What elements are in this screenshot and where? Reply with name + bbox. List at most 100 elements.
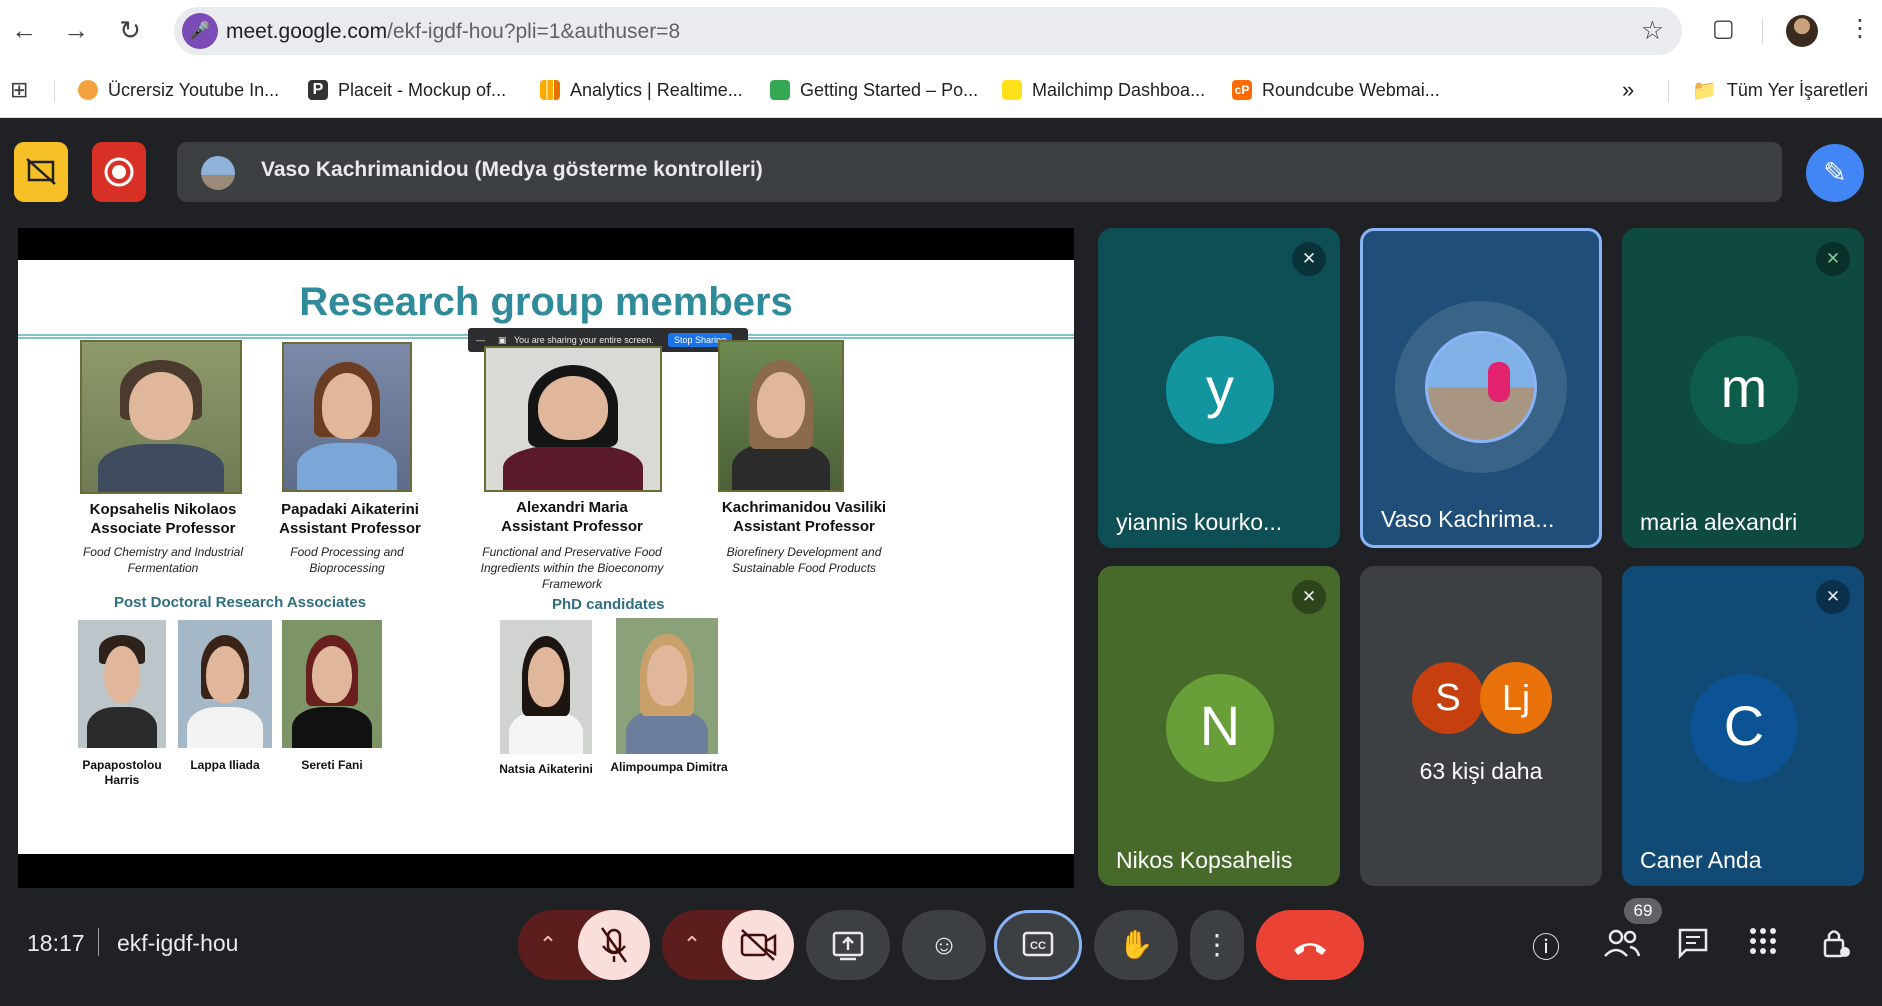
browser-chrome: ← → ↻ 🎤 meet.google.com/ekf-igdf-hou?pli… [0,0,1882,118]
present-off-icon [26,158,56,185]
bookmark-3[interactable]: Getting Started – Po... [770,76,978,104]
camera-control: ⌃ [662,910,794,980]
more-vert-icon[interactable]: ⋮ [1848,14,1872,43]
captions-button[interactable]: CC [994,910,1082,980]
professor-field: Food Chemistry and Industrial Fermentati… [82,545,244,575]
mic-off-icon: ✕ [1292,242,1326,276]
emoji-icon: ☺ [929,929,959,960]
address-row: ← → ↻ 🎤 meet.google.com/ekf-igdf-hou?pli… [0,0,1882,62]
participant-count-badge: 69 [1624,898,1662,924]
photo-kopsahelis [80,340,242,494]
professor-name: Alexandri Maria Assistant Professor [501,499,643,535]
participant-avatar: N [1166,674,1274,782]
meeting-details-icon[interactable]: ⓘ [1532,926,1560,966]
phd-heading: PhD candidates [552,596,665,613]
photo-alimpoumpa [616,618,718,754]
presenter-avatar [201,156,235,190]
bookmark-5[interactable]: cP Roundcube Webmai... [1232,76,1440,104]
presenter-banner[interactable]: Vaso Kachrimanidou (Medya gösterme kontr… [177,142,1782,202]
analytics-favicon-icon [540,80,560,100]
mic-off-icon: ✕ [1816,242,1850,276]
slide-title: Research group members [299,280,793,324]
back-arrow-icon[interactable]: ← [6,12,42,48]
toolbar-divider [1762,18,1763,44]
more-participants-label: 63 kişi daha [1419,758,1543,784]
cpanel-favicon-icon: cP [1232,80,1252,100]
visual-effects-button[interactable]: ✎ [1806,144,1864,202]
magic-pen-icon: ✎ [1823,157,1847,188]
chat-icon[interactable] [1676,926,1710,967]
divider [98,928,99,956]
participant-tile[interactable]: ✕ C Caner Anda [1622,566,1864,886]
end-call-icon [1294,943,1326,955]
participant-tile-speaking[interactable]: Vaso Kachrima... [1360,228,1602,548]
placeit-favicon-icon: P [308,80,328,100]
bookmark-label: Placeit - Mockup of... [338,79,507,100]
participant-tile[interactable]: ✕ N Nikos Kopsahelis [1098,566,1340,886]
presentation-slide: Research group members — ▣ You are shari… [18,260,1074,854]
bookmark-1[interactable]: P Placeit - Mockup of... [308,76,506,104]
photo-lappa [178,620,272,748]
meet-app: Vaso Kachrimanidou (Medya gösterme kontr… [0,118,1882,997]
bookmark-2[interactable]: Analytics | Realtime... [540,76,743,104]
photo-kachrimanidou [718,340,844,492]
more-options-button[interactable]: ⋮ [1190,910,1244,980]
mic-control: ⌃ [518,910,650,980]
url-host: meet.google.com [226,20,388,43]
photo-papadaki [282,342,412,492]
participant-name: Vaso Kachrima... [1381,506,1555,532]
present-screen-icon [832,931,864,961]
people-icon[interactable] [1602,926,1642,967]
camera-toggle-button[interactable] [722,910,794,980]
svg-text:CC: CC [1030,940,1046,952]
all-bookmarks-label: Tüm Yer İşaretleri [1726,79,1868,100]
profile-avatar[interactable] [1786,15,1818,47]
phd-name: Natsia Aikaterini [499,762,593,776]
bookmark-0[interactable]: Ücrersiz Youtube In... [78,76,279,104]
meeting-time: 18:17 [27,930,85,956]
all-bookmarks[interactable]: 📁 Tüm Yer İşaretleri [1692,76,1868,104]
professor-name: Kachrimanidou Vasiliki Assistant Professo… [721,499,887,535]
mic-toggle-button[interactable] [578,910,650,980]
shared-screen: Research group members — ▣ You are shari… [18,228,1074,888]
participant-avatar [1425,331,1537,443]
professor-name: Papadaki Aikaterini Assistant Professor [279,501,421,537]
participant-tile[interactable]: ✕ m maria alexandri [1622,228,1864,548]
raise-hand-button[interactable]: ✋ [1094,910,1178,980]
bookmark-label: Mailchimp Dashboa... [1032,79,1206,100]
participant-tile[interactable]: ✕ y yiannis kourko... [1098,228,1340,548]
participant-avatar: Lj [1480,662,1552,734]
address-bar[interactable]: 🎤 meet.google.com/ekf-igdf-hou?pli=1&aut… [174,7,1682,55]
more-participants-tile[interactable]: S Lj 63 kişi daha [1360,566,1602,886]
reload-icon[interactable]: ↻ [112,12,148,48]
bookmark-divider [54,80,55,102]
hide-presentation-button[interactable] [14,142,68,202]
host-controls-icon[interactable] [1820,926,1852,967]
bookmark-label: Analytics | Realtime... [570,79,743,100]
url-text[interactable]: meet.google.com/ekf-igdf-hou?pli=1&authu… [226,20,680,44]
participant-avatar: C [1690,674,1798,782]
recording-button[interactable] [92,142,146,202]
bookmark-label: Roundcube Webmai... [1262,79,1440,100]
extensions-icon[interactable]: ▢ [1712,14,1735,43]
bookmark-4[interactable]: Mailchimp Dashboa... [1002,76,1205,104]
video-settings-chevron-icon[interactable]: ⌃ [662,910,722,980]
bookmark-label: Getting Started – Po... [800,79,979,100]
present-screen-button[interactable] [806,910,890,980]
mic-icon[interactable]: 🎤 [182,13,218,49]
more-vert-icon: ⋮ [1203,929,1231,960]
photo-papapostolou [78,620,166,748]
reactions-button[interactable]: ☺ [902,910,986,980]
camera-off-icon [740,929,777,961]
bookmark-star-icon[interactable]: ☆ [1641,15,1664,46]
participant-name: yiannis kourko... [1116,509,1283,535]
leave-call-button[interactable] [1256,910,1364,980]
hand-icon: ✋ [1118,929,1154,960]
photo-alexandri [484,346,662,492]
meeting-code[interactable]: ekf-igdf-hou [117,930,238,957]
audio-settings-chevron-icon[interactable]: ⌃ [518,910,578,980]
more-bookmarks-icon[interactable]: » [1622,76,1634,104]
forward-arrow-icon[interactable]: → [58,12,94,48]
activities-icon[interactable] [1748,926,1778,963]
apps-grid-icon[interactable]: ⊞ [10,76,28,104]
